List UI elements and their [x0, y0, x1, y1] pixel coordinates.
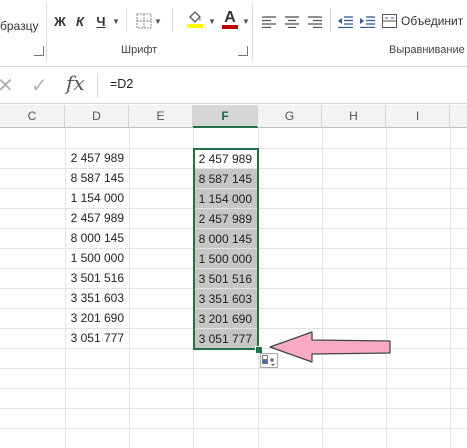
ribbon: бразцу Ж К Ч ▼ ▼ ▼ A ▼ Шрифт Объединит В… — [0, 0, 467, 67]
increase-indent-icon — [359, 16, 375, 28]
align-right-button[interactable] — [306, 11, 324, 33]
cell-f3[interactable]: 8 587 145 — [194, 169, 257, 188]
formula-bar: ✕ ✓ fx =D2 — [0, 67, 467, 104]
decrease-indent-icon — [337, 16, 353, 28]
grid-line — [0, 368, 467, 369]
cell-d3[interactable]: 8 587 145 — [65, 168, 129, 188]
decrease-indent-button[interactable] — [336, 11, 354, 33]
pointer-arrow-icon — [269, 331, 391, 363]
font-color-dropdown-icon[interactable]: ▼ — [240, 10, 250, 32]
cell-f6[interactable]: 8 000 145 — [194, 229, 257, 248]
align-right-icon — [308, 16, 322, 28]
clipboard-launcher-icon[interactable] — [34, 46, 44, 56]
column-header-h[interactable]: H — [322, 105, 386, 128]
ribbon-divider — [126, 8, 127, 32]
cell-f4[interactable]: 1 154 000 — [194, 189, 257, 208]
formula-input[interactable]: =D2 — [110, 77, 133, 91]
column-header-c[interactable]: C — [0, 105, 65, 128]
fill-color-bar — [187, 24, 203, 28]
increase-indent-button[interactable] — [358, 11, 376, 33]
cell-f9[interactable]: 3 351 603 — [194, 289, 257, 308]
grid-line — [0, 348, 467, 349]
bold-button[interactable]: Ж — [51, 10, 69, 32]
ribbon-divider — [252, 4, 253, 60]
cell-d8[interactable]: 3 501 516 — [65, 268, 129, 288]
ribbon-divider — [330, 8, 331, 32]
grid-line — [0, 388, 467, 389]
fx-icon[interactable]: fx — [66, 71, 85, 95]
format-painter-label[interactable]: бразцу — [0, 15, 42, 37]
column-header-f[interactable]: F — [193, 105, 258, 128]
cell-f10[interactable]: 3 201 690 — [194, 309, 257, 328]
cell-d7[interactable]: 1 500 000 — [65, 248, 129, 268]
cell-f5[interactable]: 2 457 989 — [194, 209, 257, 228]
formula-bar-divider — [97, 73, 98, 97]
align-left-button[interactable] — [260, 11, 278, 33]
font-color-bar — [222, 24, 238, 29]
column-header-e[interactable]: E — [129, 105, 193, 128]
cell-d11[interactable]: 3 051 777 — [65, 328, 129, 348]
align-center-icon — [285, 16, 299, 28]
font-launcher-icon[interactable] — [238, 46, 248, 56]
ribbon-divider — [172, 8, 173, 32]
cell-d6[interactable]: 8 000 145 — [65, 228, 129, 248]
cell-d4[interactable]: 1 154 000 — [65, 188, 129, 208]
borders-icon — [136, 13, 152, 29]
ribbon-divider — [46, 4, 47, 60]
column-header-i[interactable]: I — [386, 105, 450, 128]
paint-bucket-icon — [189, 11, 201, 23]
cell-f8[interactable]: 3 501 516 — [194, 269, 257, 288]
column-header-partial[interactable] — [450, 105, 467, 128]
grid-line — [0, 408, 467, 409]
cell-d2[interactable]: 2 457 989 — [65, 148, 129, 168]
cell-f2[interactable]: 2 457 989 — [194, 149, 257, 168]
grid-line — [0, 428, 467, 429]
align-center-button[interactable] — [283, 11, 301, 33]
alignment-group-label: Выравнивание — [389, 44, 465, 56]
merge-center-button[interactable]: Объединит — [382, 10, 467, 32]
fill-color-dropdown-icon[interactable]: ▼ — [206, 10, 216, 32]
font-group-label: Шрифт — [121, 44, 158, 56]
cell-d10[interactable]: 3 201 690 — [65, 308, 129, 328]
column-header-d[interactable]: D — [65, 105, 129, 128]
cell-d9[interactable]: 3 351 603 — [65, 288, 129, 308]
cell-f7[interactable]: 1 500 000 — [194, 249, 257, 268]
font-color-button[interactable]: A — [218, 8, 242, 30]
merge-cells-icon — [382, 14, 397, 28]
x-icon[interactable]: ✕ — [0, 73, 14, 98]
align-left-icon — [262, 16, 276, 28]
cell-f11[interactable]: 3 051 777 — [194, 329, 257, 348]
underline-button[interactable]: Ч — [92, 10, 110, 32]
italic-button[interactable]: К — [71, 10, 89, 32]
font-color-a-icon: A — [224, 8, 236, 26]
check-icon[interactable]: ✓ — [31, 73, 48, 98]
borders-button[interactable]: ▼ — [134, 10, 164, 32]
cell-d5[interactable]: 2 457 989 — [65, 208, 129, 228]
column-header-g[interactable]: G — [258, 105, 322, 128]
underline-dropdown-icon[interactable]: ▼ — [110, 10, 120, 32]
